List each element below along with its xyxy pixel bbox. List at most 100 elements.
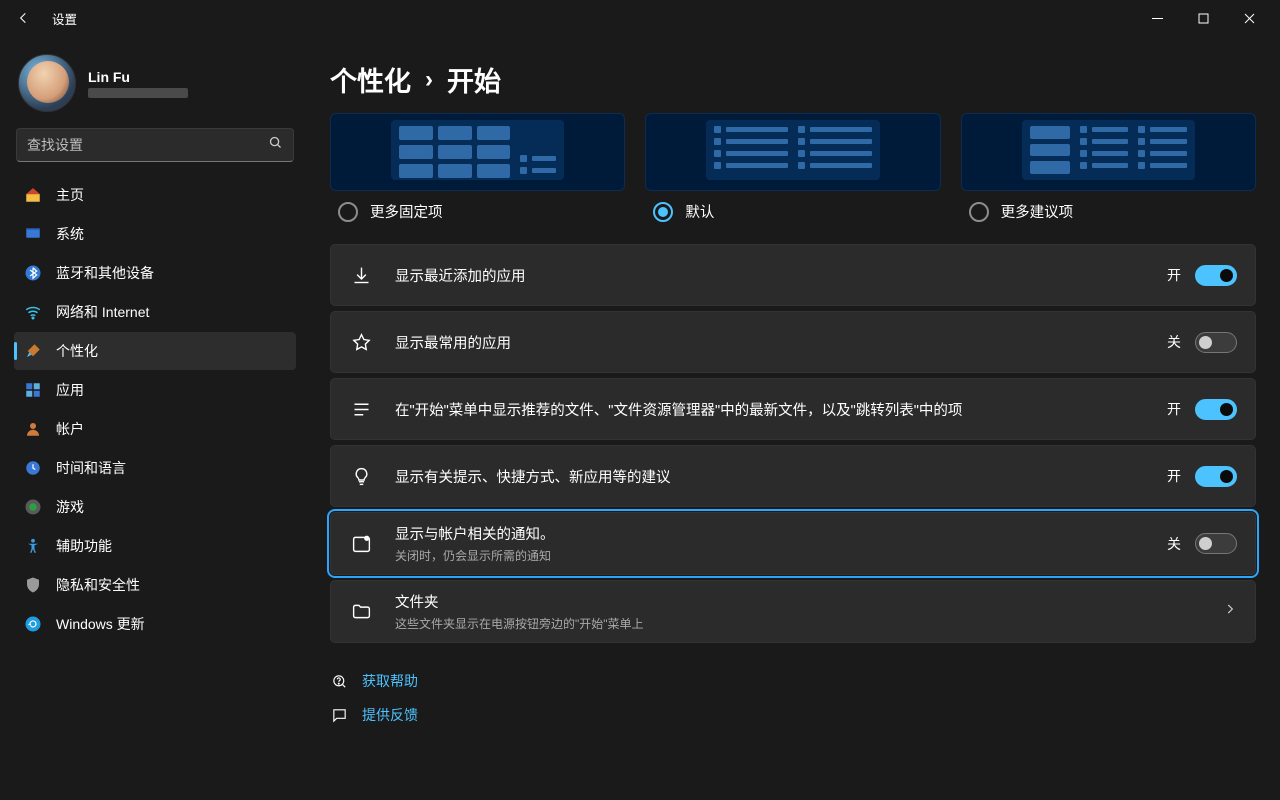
help-icon	[330, 672, 348, 690]
search-icon	[268, 135, 283, 155]
nav-accessibility[interactable]: 辅助功能	[14, 527, 296, 565]
setting-most-used: 显示最常用的应用 关	[330, 311, 1256, 373]
setting-tips: 显示有关提示、快捷方式、新应用等的建议 开	[330, 445, 1256, 507]
layout-more-pins[interactable]	[330, 113, 625, 191]
nav-label: 主页	[56, 185, 84, 205]
setting-folders[interactable]: 文件夹 这些文件夹显示在电源按钮旁边的"开始"菜单上	[330, 580, 1256, 643]
nav-label: 时间和语言	[56, 458, 126, 478]
setting-recommended: 在"开始"菜单中显示推荐的文件、"文件资源管理器"中的最新文件，以及"跳转列表"…	[330, 378, 1256, 440]
user-email	[88, 88, 188, 98]
radio-icon	[969, 202, 989, 222]
toggle-account-notif[interactable]	[1195, 533, 1237, 554]
search-box[interactable]	[16, 128, 294, 162]
star-icon	[349, 330, 373, 354]
list-icon	[349, 397, 373, 421]
main-content: 个性化 › 开始	[310, 36, 1280, 800]
window-controls	[1134, 2, 1272, 34]
accessibility-icon	[24, 537, 42, 555]
nav-label: 个性化	[56, 341, 98, 361]
radio-icon	[338, 202, 358, 222]
person-icon	[24, 420, 42, 438]
apps-icon	[24, 381, 42, 399]
toggle-state: 开	[1167, 399, 1181, 419]
chevron-right-icon: ›	[425, 66, 433, 94]
titlebar: 设置	[0, 0, 1280, 36]
layout-radio-row: 更多固定项 默认 更多建议项	[330, 201, 1256, 222]
profile[interactable]: Lin Fu	[14, 46, 296, 126]
feedback-icon	[330, 706, 348, 724]
gaming-icon	[24, 498, 42, 516]
window-title: 设置	[52, 9, 77, 28]
chevron-right-icon	[1223, 602, 1237, 621]
radio-more-recs[interactable]: 更多建议项	[961, 201, 1256, 222]
footer-links: 获取帮助 提供反馈	[330, 671, 1256, 745]
close-button[interactable]	[1226, 2, 1272, 34]
search-input[interactable]	[27, 137, 268, 153]
nav-network[interactable]: 网络和 Internet	[14, 293, 296, 331]
avatar	[18, 54, 76, 112]
layout-more-recs[interactable]	[961, 113, 1256, 191]
toggle-state: 开	[1167, 466, 1181, 486]
nav-update[interactable]: Windows 更新	[14, 605, 296, 643]
link-label: 提供反馈	[362, 705, 418, 725]
setting-title: 显示最常用的应用	[395, 332, 1167, 353]
download-icon	[349, 263, 373, 287]
breadcrumb: 个性化 › 开始	[330, 60, 1256, 99]
wifi-icon	[24, 303, 42, 321]
radio-default[interactable]: 默认	[645, 201, 940, 222]
nav-label: 蓝牙和其他设备	[56, 263, 154, 283]
nav-privacy[interactable]: 隐私和安全性	[14, 566, 296, 604]
nav-label: 网络和 Internet	[56, 302, 149, 322]
system-icon	[24, 225, 42, 243]
toggle-most-used[interactable]	[1195, 332, 1237, 353]
toggle-tips[interactable]	[1195, 466, 1237, 487]
sidebar: Lin Fu 主页 系统 蓝牙和其他设备	[0, 36, 310, 800]
nav-label: 系统	[56, 224, 84, 244]
nav-accounts[interactable]: 帐户	[14, 410, 296, 448]
folder-icon	[349, 600, 373, 624]
brush-icon	[24, 342, 42, 360]
back-button[interactable]	[8, 2, 40, 34]
nav-bluetooth[interactable]: 蓝牙和其他设备	[14, 254, 296, 292]
nav-label: 游戏	[56, 497, 84, 517]
nav-label: 应用	[56, 380, 84, 400]
nav-label: Windows 更新	[56, 614, 145, 634]
nav-label: 隐私和安全性	[56, 575, 140, 595]
radio-label: 更多建议项	[1001, 201, 1074, 222]
clock-icon	[24, 459, 42, 477]
bluetooth-icon	[24, 264, 42, 282]
radio-icon	[653, 202, 673, 222]
minimize-button[interactable]	[1134, 2, 1180, 34]
nav-home[interactable]: 主页	[14, 176, 296, 214]
radio-more-pins[interactable]: 更多固定项	[330, 201, 625, 222]
radio-label: 更多固定项	[370, 201, 443, 222]
home-icon	[24, 186, 42, 204]
setting-title: 显示最近添加的应用	[395, 265, 1167, 286]
setting-subtitle: 这些文件夹显示在电源按钮旁边的"开始"菜单上	[395, 615, 1215, 632]
setting-recently-added: 显示最近添加的应用 开	[330, 244, 1256, 306]
toggle-recently-added[interactable]	[1195, 265, 1237, 286]
setting-subtitle: 关闭时，仍会显示所需的通知	[395, 547, 1167, 564]
nav-time[interactable]: 时间和语言	[14, 449, 296, 487]
setting-title: 文件夹	[395, 591, 1215, 612]
setting-title: 显示有关提示、快捷方式、新应用等的建议	[395, 466, 1167, 487]
layout-previews	[330, 113, 1256, 191]
nav-personalization[interactable]: 个性化	[14, 332, 296, 370]
nav-label: 辅助功能	[56, 536, 112, 556]
setting-account-notif: 显示与帐户相关的通知。 关闭时，仍会显示所需的通知 关	[330, 512, 1256, 575]
nav-system[interactable]: 系统	[14, 215, 296, 253]
nav-label: 帐户	[56, 419, 84, 439]
breadcrumb-current: 开始	[447, 60, 501, 99]
toggle-state: 关	[1167, 534, 1181, 554]
nav-gaming[interactable]: 游戏	[14, 488, 296, 526]
layout-default[interactable]	[645, 113, 940, 191]
feedback-link[interactable]: 提供反馈	[330, 705, 1256, 725]
nav-apps[interactable]: 应用	[14, 371, 296, 409]
toggle-recommended[interactable]	[1195, 399, 1237, 420]
nav: 主页 系统 蓝牙和其他设备 网络和 Internet 个性化 应用	[14, 176, 296, 643]
breadcrumb-parent[interactable]: 个性化	[330, 60, 411, 99]
toggle-state: 关	[1167, 332, 1181, 352]
link-label: 获取帮助	[362, 671, 418, 691]
help-link[interactable]: 获取帮助	[330, 671, 1256, 691]
maximize-button[interactable]	[1180, 2, 1226, 34]
